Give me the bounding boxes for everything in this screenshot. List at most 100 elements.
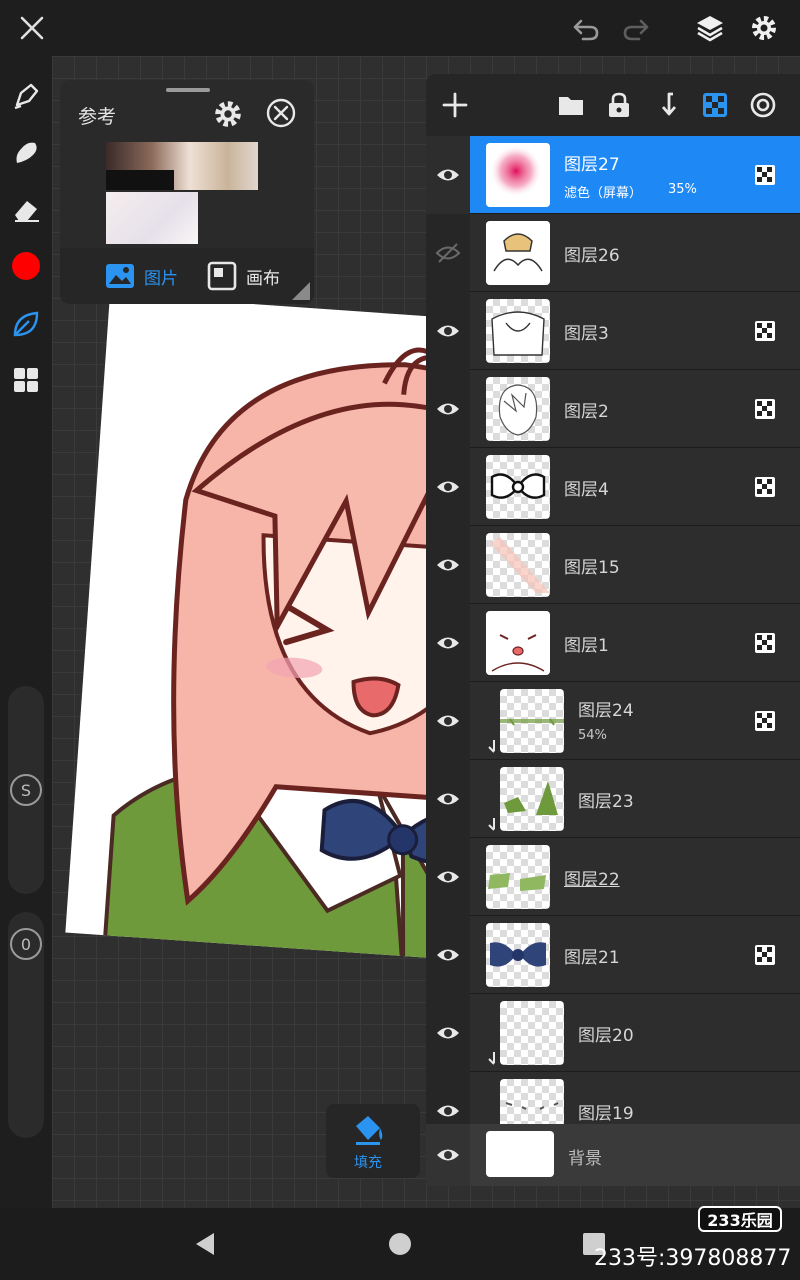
visibility-eye-icon[interactable] [426, 526, 470, 604]
layer-row[interactable]: 图层2 [426, 370, 800, 448]
watermark-logo: 233乐园 [698, 1206, 782, 1232]
clipping-arrow-icon [488, 1052, 495, 1065]
drag-handle[interactable] [166, 88, 210, 92]
layer-name: 图层23 [578, 792, 634, 812]
resize-corner-icon[interactable] [292, 282, 310, 300]
visibility-eye-icon[interactable] [426, 682, 470, 760]
background-layer-name: 背景 [568, 1149, 602, 1169]
folder-icon[interactable] [554, 88, 588, 122]
visibility-eye-icon[interactable] [426, 760, 470, 838]
layer-name: 图层20 [578, 1026, 634, 1046]
visibility-eye-icon[interactable] [426, 136, 470, 214]
visibility-eye-icon[interactable] [426, 370, 470, 448]
alpha-lock-indicator-icon[interactable] [754, 398, 776, 420]
left-toolbar: S 0 [0, 56, 52, 1208]
visibility-eye-icon[interactable] [426, 916, 470, 994]
alpha-lock-icon[interactable] [698, 88, 732, 122]
layer-name: 图层27 [564, 155, 620, 175]
eraser-icon[interactable] [6, 190, 46, 230]
grid-menu-icon[interactable] [6, 360, 46, 400]
layers-icon[interactable] [690, 8, 730, 48]
watermark-id: 233号:397808877 [594, 1246, 792, 1271]
alpha-lock-indicator-icon[interactable] [754, 632, 776, 654]
layer-row[interactable]: 图层20 [426, 994, 800, 1072]
reference-image-thumbnail[interactable] [106, 192, 198, 244]
nav-home-icon[interactable] [386, 1230, 414, 1258]
layer-row[interactable]: 图层22 [426, 838, 800, 916]
brush-opacity-slider[interactable]: 0 [8, 912, 44, 1138]
layer-thumbnail [486, 923, 550, 987]
background-layer-row[interactable]: 背景 [426, 1124, 800, 1186]
layer-thumbnail [500, 1001, 564, 1065]
add-layer-icon[interactable] [438, 88, 472, 122]
layers-toolbar [426, 74, 800, 136]
layer-name: 图层19 [578, 1104, 634, 1124]
layer-row[interactable]: 图层4 [426, 448, 800, 526]
paint-bucket-icon [356, 1116, 383, 1145]
layer-name: 图层2 [564, 402, 609, 422]
canvas-icon [207, 261, 237, 291]
layer-thumbnail [486, 221, 550, 285]
alpha-lock-indicator-icon[interactable] [754, 710, 776, 732]
visibility-eye-icon[interactable] [426, 838, 470, 916]
layer-thumbnail [500, 767, 564, 831]
fill-tool-button[interactable]: 填充 [326, 1104, 420, 1178]
layer-name: 图层3 [564, 324, 609, 344]
layer-row[interactable]: 图层26 [426, 214, 800, 292]
blend-target-icon[interactable] [746, 88, 780, 122]
undo-icon[interactable] [566, 8, 606, 48]
tab-canvas-label: 画布 [246, 268, 280, 289]
settings-gear-icon[interactable] [744, 8, 784, 48]
visibility-eye-icon[interactable] [426, 1124, 470, 1186]
top-bar [0, 0, 800, 56]
visibility-eye-icon[interactable] [426, 448, 470, 526]
layers-panel: 图层27 滤色（屏幕） 35% 图层26 图层3 图层2 图层4 图层15 图层1 图层24 54%… [426, 74, 800, 1186]
alpha-lock-indicator-icon[interactable] [754, 320, 776, 342]
reference-close-icon[interactable] [264, 96, 298, 130]
reference-panel[interactable]: 参考 图片 画布 [60, 80, 314, 304]
leaf-brush-icon[interactable] [6, 304, 46, 344]
lock-icon[interactable] [602, 88, 636, 122]
layer-blend-mode: 滤色（屏幕） [564, 186, 643, 201]
reference-image-thumbnail-dark [106, 170, 174, 190]
close-icon[interactable] [12, 8, 52, 48]
layer-row[interactable]: 图层21 [426, 916, 800, 994]
layer-row[interactable]: 图层27 滤色（屏幕） 35% [426, 136, 800, 214]
layer-name: 图层26 [564, 246, 620, 266]
layer-name: 图层22 [564, 870, 620, 890]
layer-row[interactable]: 图层24 54% [426, 682, 800, 760]
alpha-lock-indicator-icon[interactable] [754, 164, 776, 186]
layer-thumbnail [486, 455, 550, 519]
reference-settings-gear-icon[interactable] [212, 98, 244, 130]
layer-row[interactable]: 图层3 [426, 292, 800, 370]
hidden-eye-icon[interactable] [426, 214, 470, 292]
tab-image[interactable]: 图片 [104, 258, 178, 294]
size-slider-knob[interactable]: S [10, 774, 42, 806]
layer-name: 图层21 [564, 948, 620, 968]
brush-icon[interactable] [6, 76, 46, 116]
smudge-icon[interactable] [6, 132, 46, 172]
visibility-eye-icon[interactable] [426, 994, 470, 1072]
visibility-eye-icon[interactable] [426, 604, 470, 682]
layer-name: 图层24 [578, 701, 634, 721]
nav-back-icon[interactable] [192, 1230, 220, 1258]
layer-name: 图层15 [564, 558, 620, 578]
layer-row[interactable]: 图层23 [426, 760, 800, 838]
tab-canvas[interactable]: 画布 [206, 258, 280, 294]
visibility-eye-icon[interactable] [426, 292, 470, 370]
merge-down-icon[interactable] [652, 88, 686, 122]
layer-name: 图层4 [564, 480, 609, 500]
layer-row[interactable]: 图层15 [426, 526, 800, 604]
brush-size-slider[interactable]: S [8, 686, 44, 894]
reference-tabs: 图片 画布 [60, 248, 314, 304]
image-icon [106, 264, 134, 288]
alpha-lock-indicator-icon[interactable] [754, 476, 776, 498]
layer-opacity: 35% [668, 182, 697, 197]
color-swatch[interactable] [6, 246, 46, 286]
layer-thumbnail [486, 143, 550, 207]
layer-row[interactable]: 图层1 [426, 604, 800, 682]
redo-icon[interactable] [616, 8, 656, 48]
clipping-arrow-icon [488, 818, 495, 831]
opacity-slider-knob[interactable]: 0 [10, 928, 42, 960]
alpha-lock-indicator-icon[interactable] [754, 944, 776, 966]
